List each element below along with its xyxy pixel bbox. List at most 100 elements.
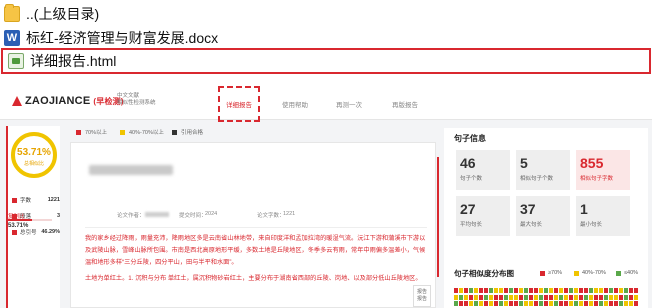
- heatmap-cell: [489, 288, 493, 293]
- stat-words: 字数 1221: [12, 196, 60, 204]
- meta-words-label: 论文字数：: [257, 213, 285, 219]
- heatmap-cell: [489, 301, 493, 307]
- heatmap-cell: [499, 294, 503, 300]
- dist-legend-mid: 40%-70%: [574, 270, 606, 276]
- heatmap-cell: [454, 288, 458, 293]
- heatmap-cell: [474, 288, 478, 293]
- heatmap-cell: [484, 288, 488, 293]
- card-similar-sentences: 5 相似句子个数: [516, 150, 570, 190]
- heatmap-cell: [574, 294, 578, 300]
- heatmap-cell: [489, 294, 493, 300]
- distribution-title: 句子相似度分布图: [454, 269, 514, 278]
- card-avg-length: 27 平均句长: [456, 196, 510, 236]
- meta-date-value: 2024: [205, 211, 218, 217]
- word-doc-icon: W: [4, 30, 20, 46]
- heatmap-cell: [499, 288, 503, 293]
- heatmap-cell: [544, 301, 548, 307]
- divider: [85, 227, 427, 228]
- heatmap-cell: [514, 288, 518, 293]
- heatmap-cell: [569, 301, 573, 307]
- heatmap-cell: [479, 288, 483, 293]
- heatmap-cell: [604, 301, 608, 307]
- heatmap-cell: [634, 288, 638, 293]
- distribution-heatmap: [454, 288, 642, 308]
- heatmap-cell: [569, 288, 573, 293]
- stat-quotes: 总引号 46.29%: [12, 228, 60, 236]
- heatmap-cell: [594, 301, 598, 307]
- duplicate-bar-fill: [8, 219, 32, 221]
- heatmap-cell: [634, 294, 638, 300]
- heatmap-cell: [529, 301, 533, 307]
- heatmap-cell: [464, 301, 468, 307]
- nav-retest[interactable]: 再测一次: [336, 99, 362, 109]
- heatmap-cell: [609, 288, 613, 293]
- heatmap-cell: [529, 288, 533, 293]
- heatmap-cell: [594, 294, 598, 300]
- nav-revised-report[interactable]: 再版报告: [392, 99, 418, 109]
- heatmap-cell: [579, 294, 583, 300]
- heatmap-cell: [559, 301, 563, 307]
- heatmap-cell: [579, 288, 583, 293]
- heatmap-cell: [524, 294, 528, 300]
- report-badge-button[interactable]: 报告 报告: [413, 285, 431, 307]
- nav-help[interactable]: 使用帮助: [282, 99, 308, 109]
- heatmap-cell: [629, 301, 633, 307]
- heatmap-cell: [584, 288, 588, 293]
- logo-mark-icon: [12, 96, 22, 106]
- card-min-length: 1 最小句长: [576, 196, 630, 236]
- heatmap-cell: [519, 294, 523, 300]
- heatmap-cell: [474, 294, 478, 300]
- meta-date-label: 提交时间：: [179, 213, 207, 219]
- heatmap-cell: [474, 301, 478, 307]
- heatmap-cell: [469, 294, 473, 300]
- duplicate-bar: [8, 219, 52, 221]
- card-similar-words: 855 相似句子字数: [576, 150, 630, 190]
- heatmap-cell: [494, 288, 498, 293]
- legend-cited: 引用合格: [172, 128, 203, 136]
- file-row-docx[interactable]: W 标红-经济管理与财富发展.docx: [4, 27, 218, 49]
- blurred-author: [145, 212, 169, 217]
- legend-mid: 40%-70%以上: [120, 128, 164, 136]
- system-subtitle: 中文文献 相似性检测系统: [117, 93, 156, 106]
- heatmap-cell: [479, 301, 483, 307]
- heatmap-cell: [604, 288, 608, 293]
- heatmap-cell: [514, 294, 518, 300]
- heatmap-cell: [584, 301, 588, 307]
- heatmap-cell: [559, 288, 563, 293]
- heatmap-cell: [619, 301, 623, 307]
- heatmap-cell: [484, 294, 488, 300]
- heatmap-cell: [479, 294, 483, 300]
- heatmap-cell: [549, 288, 553, 293]
- heatmap-cell: [624, 294, 628, 300]
- file-browser-screenshot: ..(上级目录) W 标红-经济管理与财富发展.docx 详细报告.html Z…: [0, 0, 652, 308]
- heatmap-cell: [629, 294, 633, 300]
- heatmap-cell: [459, 301, 463, 307]
- heatmap-cell: [584, 294, 588, 300]
- heatmap-cell: [509, 288, 513, 293]
- file-row-parent[interactable]: ..(上级目录): [4, 3, 99, 25]
- heatmap-cell: [589, 294, 593, 300]
- heatmap-cell: [494, 294, 498, 300]
- sentence-info-title: 句子信息: [454, 134, 486, 143]
- heatmap-cell: [519, 288, 523, 293]
- heatmap-cell: [564, 301, 568, 307]
- heatmap-cell: [614, 294, 618, 300]
- heatmap-cell: [589, 301, 593, 307]
- heatmap-cell: [504, 301, 508, 307]
- heatmap-cell: [614, 301, 618, 307]
- heatmap-cell: [559, 294, 563, 300]
- card-sentence-count: 46 句子个数: [456, 150, 510, 190]
- heatmap-cell: [629, 288, 633, 293]
- selection-highlight-box: [1, 48, 651, 74]
- file-name: 标红-经济管理与财富发展.docx: [26, 30, 219, 46]
- heatmap-cell: [554, 288, 558, 293]
- heatmap-cell: [554, 294, 558, 300]
- heatmap-cell: [534, 301, 538, 307]
- heatmap-cell: [509, 301, 513, 307]
- heatmap-cell: [529, 294, 533, 300]
- heatmap-cell: [514, 301, 518, 307]
- heatmap-cell: [614, 288, 618, 293]
- logo-text: ZAOJIANCE: [25, 95, 91, 107]
- blurred-doc-title: [89, 165, 173, 175]
- heatmap-cell: [549, 301, 553, 307]
